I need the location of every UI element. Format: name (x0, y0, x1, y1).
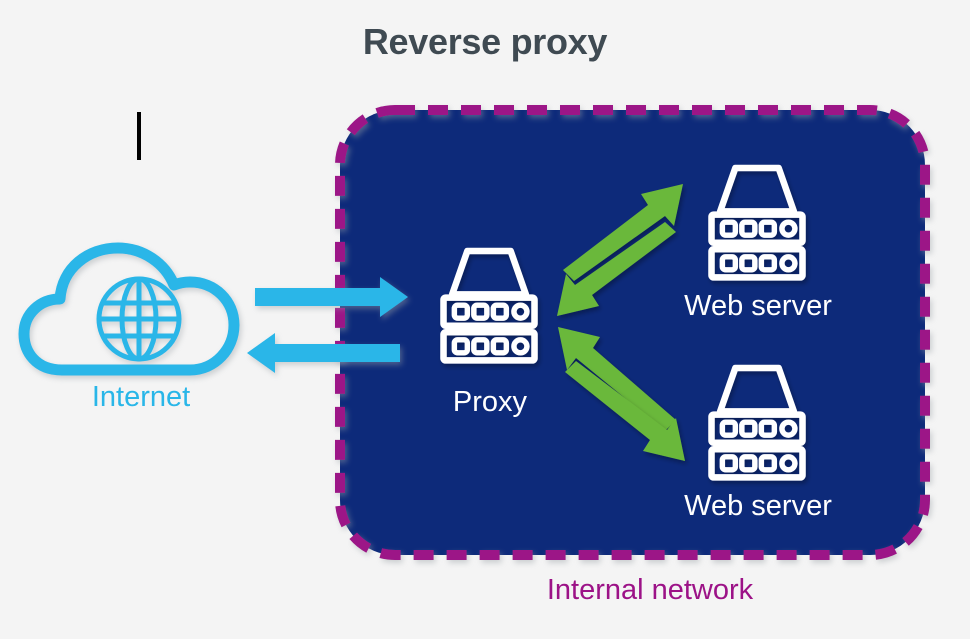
internet-to-proxy-arrow (255, 277, 408, 317)
web-server-1-label: Web server (684, 290, 832, 322)
internal-network-zone (335, 105, 930, 560)
page-title: Reverse proxy (362, 21, 608, 62)
diagram-canvas: Reverse proxy Internet Proxy Web server … (0, 0, 970, 639)
internal-network-label: Internal network (546, 574, 754, 606)
proxy-label: Proxy (452, 386, 528, 418)
internal-network-fill (340, 110, 925, 555)
internet-node (18, 242, 240, 376)
globe-icon (96, 276, 182, 362)
text-cursor-mark (137, 112, 141, 160)
web-server-2-label: Web server (684, 490, 832, 522)
internet-label: Internet (91, 381, 191, 413)
